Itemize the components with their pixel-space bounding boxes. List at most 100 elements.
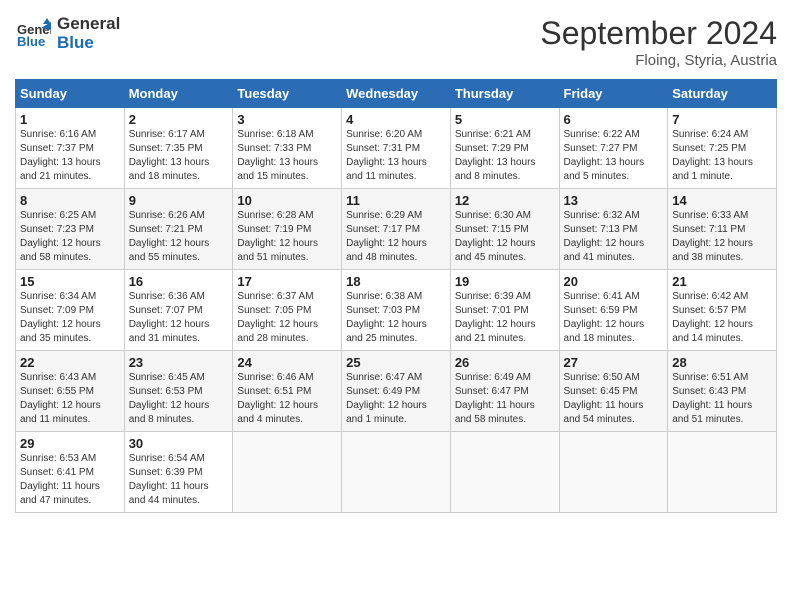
- table-cell: 30Sunrise: 6:54 AMSunset: 6:39 PMDayligh…: [124, 432, 233, 513]
- page-header: General Blue General Blue September 2024…: [15, 15, 777, 69]
- table-cell: 26Sunrise: 6:49 AMSunset: 6:47 PMDayligh…: [450, 351, 559, 432]
- table-cell: 4Sunrise: 6:20 AMSunset: 7:31 PMDaylight…: [342, 108, 451, 189]
- table-cell: 27Sunrise: 6:50 AMSunset: 6:45 PMDayligh…: [559, 351, 668, 432]
- day-info: Sunrise: 6:25 AMSunset: 7:23 PMDaylight:…: [20, 209, 120, 265]
- day-number: 29: [20, 436, 120, 451]
- header-thursday: Thursday: [450, 80, 559, 108]
- day-number: 15: [20, 274, 120, 289]
- table-cell: [668, 432, 777, 513]
- table-cell: 28Sunrise: 6:51 AMSunset: 6:43 PMDayligh…: [668, 351, 777, 432]
- month-title: September 2024: [540, 15, 777, 52]
- day-info: Sunrise: 6:43 AMSunset: 6:55 PMDaylight:…: [20, 371, 120, 427]
- logo-blue: Blue: [57, 34, 120, 53]
- day-number: 22: [20, 355, 120, 370]
- day-info: Sunrise: 6:38 AMSunset: 7:03 PMDaylight:…: [346, 290, 446, 346]
- header-wednesday: Wednesday: [342, 80, 451, 108]
- table-cell: 1Sunrise: 6:16 AMSunset: 7:37 PMDaylight…: [16, 108, 125, 189]
- day-number: 9: [129, 193, 229, 208]
- table-cell: 19Sunrise: 6:39 AMSunset: 7:01 PMDayligh…: [450, 270, 559, 351]
- day-number: 24: [237, 355, 337, 370]
- table-cell: 17Sunrise: 6:37 AMSunset: 7:05 PMDayligh…: [233, 270, 342, 351]
- day-number: 25: [346, 355, 446, 370]
- day-info: Sunrise: 6:46 AMSunset: 6:51 PMDaylight:…: [237, 371, 337, 427]
- table-cell: 24Sunrise: 6:46 AMSunset: 6:51 PMDayligh…: [233, 351, 342, 432]
- day-info: Sunrise: 6:30 AMSunset: 7:15 PMDaylight:…: [455, 209, 555, 265]
- week-row-3: 15Sunrise: 6:34 AMSunset: 7:09 PMDayligh…: [16, 270, 777, 351]
- table-cell: 16Sunrise: 6:36 AMSunset: 7:07 PMDayligh…: [124, 270, 233, 351]
- day-info: Sunrise: 6:36 AMSunset: 7:07 PMDaylight:…: [129, 290, 229, 346]
- logo-icon: General Blue: [15, 16, 51, 52]
- day-info: Sunrise: 6:21 AMSunset: 7:29 PMDaylight:…: [455, 128, 555, 184]
- table-cell: 14Sunrise: 6:33 AMSunset: 7:11 PMDayligh…: [668, 189, 777, 270]
- header-sunday: Sunday: [16, 80, 125, 108]
- title-area: September 2024 Floing, Styria, Austria: [540, 15, 777, 69]
- day-number: 13: [564, 193, 664, 208]
- day-number: 18: [346, 274, 446, 289]
- table-cell: 2Sunrise: 6:17 AMSunset: 7:35 PMDaylight…: [124, 108, 233, 189]
- day-number: 8: [20, 193, 120, 208]
- day-info: Sunrise: 6:34 AMSunset: 7:09 PMDaylight:…: [20, 290, 120, 346]
- day-info: Sunrise: 6:17 AMSunset: 7:35 PMDaylight:…: [129, 128, 229, 184]
- table-cell: 11Sunrise: 6:29 AMSunset: 7:17 PMDayligh…: [342, 189, 451, 270]
- day-info: Sunrise: 6:32 AMSunset: 7:13 PMDaylight:…: [564, 209, 664, 265]
- table-cell: 3Sunrise: 6:18 AMSunset: 7:33 PMDaylight…: [233, 108, 342, 189]
- week-row-4: 22Sunrise: 6:43 AMSunset: 6:55 PMDayligh…: [16, 351, 777, 432]
- table-cell: 13Sunrise: 6:32 AMSunset: 7:13 PMDayligh…: [559, 189, 668, 270]
- table-cell: [450, 432, 559, 513]
- table-cell: 20Sunrise: 6:41 AMSunset: 6:59 PMDayligh…: [559, 270, 668, 351]
- day-info: Sunrise: 6:53 AMSunset: 6:41 PMDaylight:…: [20, 452, 120, 508]
- day-number: 19: [455, 274, 555, 289]
- logo: General Blue General Blue: [15, 15, 120, 52]
- day-info: Sunrise: 6:28 AMSunset: 7:19 PMDaylight:…: [237, 209, 337, 265]
- day-number: 11: [346, 193, 446, 208]
- day-info: Sunrise: 6:39 AMSunset: 7:01 PMDaylight:…: [455, 290, 555, 346]
- table-cell: 21Sunrise: 6:42 AMSunset: 6:57 PMDayligh…: [668, 270, 777, 351]
- day-number: 10: [237, 193, 337, 208]
- day-info: Sunrise: 6:54 AMSunset: 6:39 PMDaylight:…: [129, 452, 229, 508]
- week-row-5: 29Sunrise: 6:53 AMSunset: 6:41 PMDayligh…: [16, 432, 777, 513]
- day-info: Sunrise: 6:37 AMSunset: 7:05 PMDaylight:…: [237, 290, 337, 346]
- day-info: Sunrise: 6:51 AMSunset: 6:43 PMDaylight:…: [672, 371, 772, 427]
- table-cell: [342, 432, 451, 513]
- header-saturday: Saturday: [668, 80, 777, 108]
- day-number: 14: [672, 193, 772, 208]
- day-number: 6: [564, 112, 664, 127]
- day-number: 27: [564, 355, 664, 370]
- day-number: 1: [20, 112, 120, 127]
- day-info: Sunrise: 6:24 AMSunset: 7:25 PMDaylight:…: [672, 128, 772, 184]
- day-number: 30: [129, 436, 229, 451]
- header-row: Sunday Monday Tuesday Wednesday Thursday…: [16, 80, 777, 108]
- table-cell: 12Sunrise: 6:30 AMSunset: 7:15 PMDayligh…: [450, 189, 559, 270]
- day-number: 16: [129, 274, 229, 289]
- day-number: 12: [455, 193, 555, 208]
- header-tuesday: Tuesday: [233, 80, 342, 108]
- day-number: 21: [672, 274, 772, 289]
- day-number: 2: [129, 112, 229, 127]
- table-cell: 29Sunrise: 6:53 AMSunset: 6:41 PMDayligh…: [16, 432, 125, 513]
- table-cell: 22Sunrise: 6:43 AMSunset: 6:55 PMDayligh…: [16, 351, 125, 432]
- table-cell: [233, 432, 342, 513]
- location-subtitle: Floing, Styria, Austria: [540, 52, 777, 69]
- week-row-2: 8Sunrise: 6:25 AMSunset: 7:23 PMDaylight…: [16, 189, 777, 270]
- calendar-table: Sunday Monday Tuesday Wednesday Thursday…: [15, 79, 777, 513]
- day-info: Sunrise: 6:45 AMSunset: 6:53 PMDaylight:…: [129, 371, 229, 427]
- header-friday: Friday: [559, 80, 668, 108]
- day-info: Sunrise: 6:33 AMSunset: 7:11 PMDaylight:…: [672, 209, 772, 265]
- svg-text:Blue: Blue: [17, 34, 45, 49]
- day-info: Sunrise: 6:47 AMSunset: 6:49 PMDaylight:…: [346, 371, 446, 427]
- day-number: 17: [237, 274, 337, 289]
- day-info: Sunrise: 6:41 AMSunset: 6:59 PMDaylight:…: [564, 290, 664, 346]
- day-info: Sunrise: 6:20 AMSunset: 7:31 PMDaylight:…: [346, 128, 446, 184]
- day-info: Sunrise: 6:50 AMSunset: 6:45 PMDaylight:…: [564, 371, 664, 427]
- table-cell: 5Sunrise: 6:21 AMSunset: 7:29 PMDaylight…: [450, 108, 559, 189]
- table-cell: 23Sunrise: 6:45 AMSunset: 6:53 PMDayligh…: [124, 351, 233, 432]
- table-cell: 6Sunrise: 6:22 AMSunset: 7:27 PMDaylight…: [559, 108, 668, 189]
- week-row-1: 1Sunrise: 6:16 AMSunset: 7:37 PMDaylight…: [16, 108, 777, 189]
- day-info: Sunrise: 6:26 AMSunset: 7:21 PMDaylight:…: [129, 209, 229, 265]
- table-cell: 25Sunrise: 6:47 AMSunset: 6:49 PMDayligh…: [342, 351, 451, 432]
- table-cell: 8Sunrise: 6:25 AMSunset: 7:23 PMDaylight…: [16, 189, 125, 270]
- table-cell: 9Sunrise: 6:26 AMSunset: 7:21 PMDaylight…: [124, 189, 233, 270]
- table-cell: [559, 432, 668, 513]
- day-number: 23: [129, 355, 229, 370]
- day-info: Sunrise: 6:18 AMSunset: 7:33 PMDaylight:…: [237, 128, 337, 184]
